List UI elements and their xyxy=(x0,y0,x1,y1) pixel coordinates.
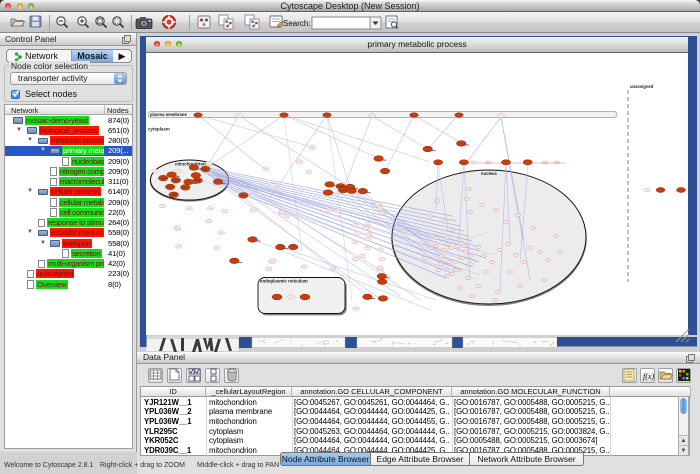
svg-text:f(x): f(x) xyxy=(643,372,654,381)
svg-text:endoplasmic reticulum: endoplasmic reticulum xyxy=(260,279,308,284)
svg-text:unassigned: unassigned xyxy=(630,84,654,89)
svg-text:cytoplasm: cytoplasm xyxy=(148,127,170,132)
svg-text:Search:: Search: xyxy=(283,19,311,28)
svg-text:plasma membrane: plasma membrane xyxy=(150,112,187,117)
svg-text:nucleus: nucleus xyxy=(481,171,497,176)
